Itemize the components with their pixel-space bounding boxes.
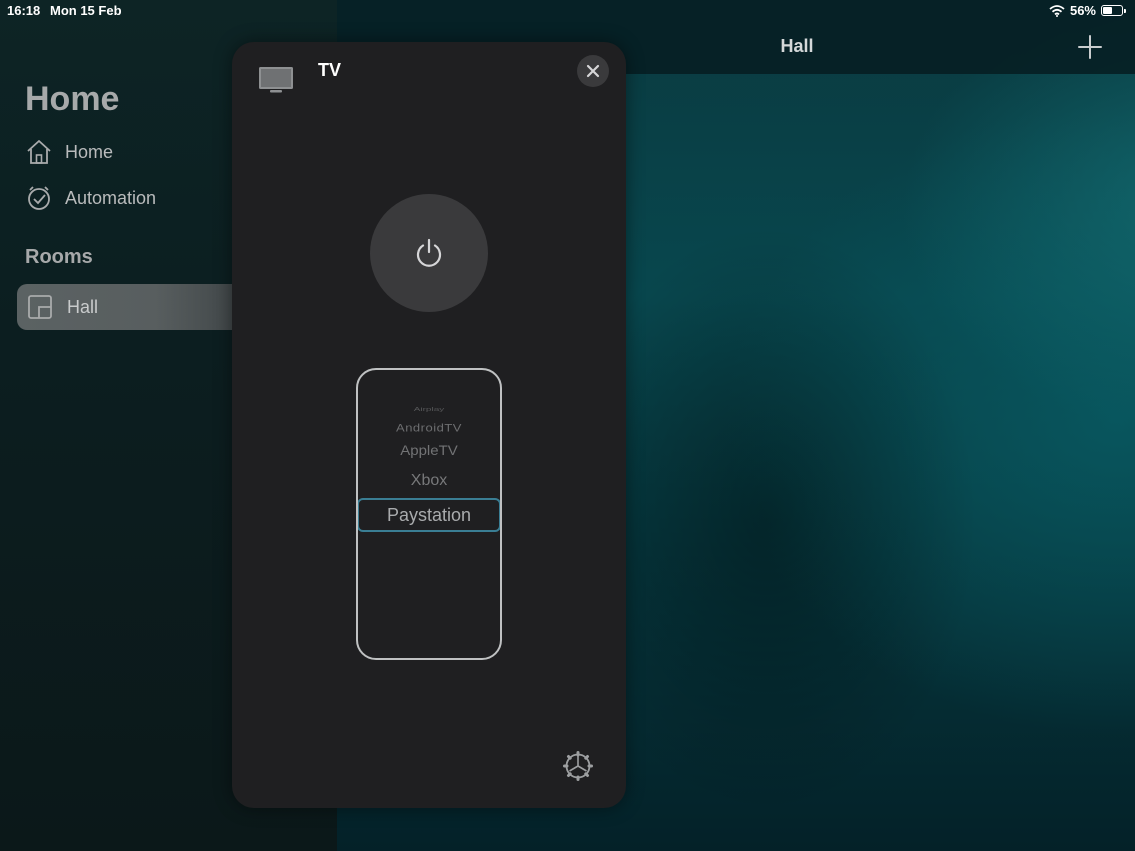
power-icon [416, 238, 442, 267]
battery-percent: 56% [1069, 3, 1096, 18]
sidebar-item-label: Automation [65, 187, 157, 208]
source-picker[interactable]: Airplay AndroidTV AppleTV Xbox Paystatio… [356, 368, 502, 660]
rooms-heading: Rooms [25, 246, 93, 268]
wifi-icon [1049, 4, 1065, 17]
status-date: Mon 15 Feb [50, 3, 122, 18]
sidebar-item-automation[interactable]: Automation [25, 182, 156, 214]
tv-icon [259, 67, 293, 93]
power-button[interactable] [370, 194, 488, 312]
status-time: 16:18 [7, 3, 41, 18]
source-option-selected[interactable]: Paystation [358, 498, 500, 532]
source-option[interactable]: AppleTV [358, 442, 500, 458]
modal-title: TV [318, 60, 342, 80]
sidebar-item-label: Home [65, 141, 114, 162]
room-label: Hall [67, 296, 99, 317]
source-option[interactable]: AndroidTV [358, 421, 500, 434]
sidebar-item-home[interactable]: Home [25, 136, 113, 168]
clock-check-icon [28, 186, 50, 210]
battery-icon [1101, 5, 1126, 16]
tv-control-modal: TV Airplay AndroidTV AppleTV Xbox Paysta… [232, 42, 626, 808]
close-button[interactable] [577, 55, 609, 87]
plus-icon[interactable] [1077, 34, 1103, 60]
room-icon [28, 295, 52, 319]
status-bar: 16:18 Mon 15 Feb 56% [0, 0, 1135, 22]
source-option[interactable]: Airplay [358, 406, 500, 412]
source-option[interactable]: Xbox [358, 472, 500, 490]
sidebar-room-hall[interactable]: Hall [17, 284, 247, 330]
house-icon [27, 140, 51, 164]
close-icon [586, 64, 600, 78]
gear-icon[interactable] [562, 750, 594, 782]
sidebar-title: Home [25, 80, 120, 118]
